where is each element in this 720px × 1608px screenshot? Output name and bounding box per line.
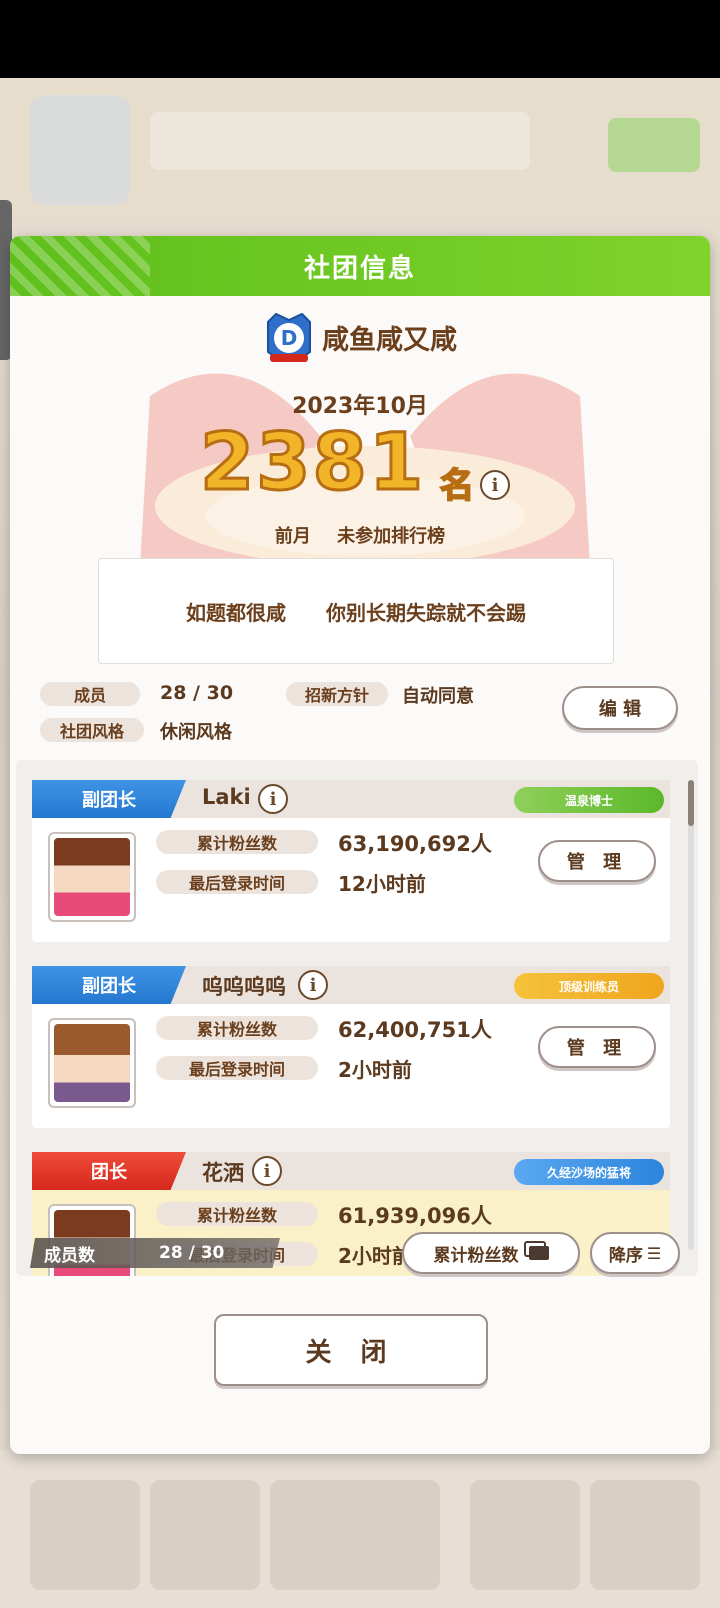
fans-label: 累计粉丝数 bbox=[156, 1202, 318, 1226]
member-list[interactable]: 副团长 Laki i 温泉博士 累计粉丝数 63,190,692人 最后登录时间… bbox=[16, 760, 698, 1276]
fans-value: 61,939,096人 bbox=[338, 1204, 492, 1228]
background-green-button bbox=[608, 118, 700, 172]
sort-order-label: 降序 bbox=[608, 1245, 643, 1266]
club-rank-crest-icon: D bbox=[267, 312, 311, 362]
member-count-bar: 成员数 28 / 30 bbox=[30, 1238, 280, 1268]
sort-field-button[interactable]: 累计粉丝数 bbox=[402, 1232, 580, 1274]
background-club-crest bbox=[30, 95, 130, 205]
recruit-policy-label: 招新方针 bbox=[286, 682, 388, 706]
sort-field-icon bbox=[528, 1246, 549, 1260]
last-login-value: 12小时前 bbox=[338, 872, 426, 896]
rank-info-icon[interactable]: i bbox=[480, 470, 510, 500]
member-count-value: 28 / 30 bbox=[159, 1243, 225, 1263]
background-club-name-panel bbox=[150, 112, 530, 170]
svg-text:D: D bbox=[281, 326, 298, 350]
previous-month-value: 未参加排行榜 bbox=[337, 526, 446, 547]
member-avatar[interactable] bbox=[48, 1018, 136, 1108]
previous-month-rank: 前月 未参加排行榜 bbox=[10, 522, 710, 548]
member-title-badge: 温泉博士 bbox=[514, 787, 664, 813]
club-description-text: 如题都很咸 你别长期失踪就不会踢 bbox=[186, 600, 526, 625]
edit-button[interactable]: 编 辑 bbox=[562, 686, 678, 730]
sort-field-label: 累计粉丝数 bbox=[433, 1245, 519, 1266]
fans-label: 累计粉丝数 bbox=[156, 830, 318, 854]
club-description: 如题都很咸 你别长期失踪就不会踢 bbox=[98, 558, 614, 664]
member-name: Laki bbox=[202, 785, 251, 809]
member-info-icon[interactable]: i bbox=[298, 970, 328, 1000]
club-rank-number: 2381 bbox=[198, 417, 426, 510]
member-role-badge: 副团长 bbox=[32, 966, 186, 1004]
close-button[interactable]: 关 闭 bbox=[214, 1314, 488, 1386]
member-name: 花洒 bbox=[202, 1161, 244, 1185]
club-info-dialog: 社团信息 D 咸鱼咸又咸 2023年10月 2381 名 i 前月 未参加排行榜… bbox=[10, 236, 710, 1454]
member-list-scrollbar[interactable] bbox=[688, 780, 694, 1250]
member-role-badge: 团长 bbox=[32, 1152, 186, 1190]
last-login-value: 2小时前 bbox=[338, 1058, 412, 1082]
sort-order-button[interactable]: 降序 ☰ bbox=[590, 1232, 680, 1274]
status-bar bbox=[0, 0, 720, 78]
previous-month-label: 前月 bbox=[274, 526, 311, 547]
rank-month: 2023年10月 bbox=[292, 394, 428, 419]
member-info-icon[interactable]: i bbox=[258, 784, 288, 814]
background-bottom-nav bbox=[0, 1450, 720, 1608]
last-login-label: 最后登录时间 bbox=[156, 1056, 318, 1080]
member-role-badge: 副团长 bbox=[32, 780, 186, 818]
club-style-value: 休闲风格 bbox=[160, 722, 232, 743]
member-title-badge: 久经沙场的猛将 bbox=[514, 1159, 664, 1185]
members-label: 成员 bbox=[40, 682, 140, 706]
fans-value: 62,400,751人 bbox=[338, 1018, 492, 1042]
member-card: 副团长 呜呜呜呜 i 顶级训练员 累计粉丝数 62,400,751人 最后登录时… bbox=[32, 966, 670, 1128]
recruit-policy-value: 自动同意 bbox=[402, 686, 474, 707]
last-login-value: 2小时前 bbox=[338, 1244, 412, 1268]
club-style-label: 社团风格 bbox=[40, 718, 144, 742]
club-rank-unit: 名 bbox=[439, 465, 475, 507]
member-title-badge: 顶级训练员 bbox=[514, 973, 664, 999]
member-avatar[interactable] bbox=[48, 832, 136, 922]
club-name: 咸鱼咸又咸 bbox=[322, 325, 457, 356]
member-info-icon[interactable]: i bbox=[252, 1156, 282, 1186]
fans-label: 累计粉丝数 bbox=[156, 1016, 318, 1040]
last-login-label: 最后登录时间 bbox=[156, 870, 318, 894]
dialog-header: 社团信息 bbox=[10, 236, 710, 296]
manage-button[interactable]: 管 理 bbox=[538, 840, 656, 882]
fans-value: 63,190,692人 bbox=[338, 832, 492, 856]
members-value: 28 / 30 bbox=[160, 682, 234, 704]
member-name: 呜呜呜呜 bbox=[202, 975, 286, 999]
dialog-title: 社团信息 bbox=[303, 253, 416, 284]
member-card: 副团长 Laki i 温泉博士 累计粉丝数 63,190,692人 最后登录时间… bbox=[32, 780, 670, 942]
member-count-label: 成员数 bbox=[44, 1245, 95, 1266]
sort-order-icon: ☰ bbox=[646, 1243, 662, 1263]
manage-button[interactable]: 管 理 bbox=[538, 1026, 656, 1068]
